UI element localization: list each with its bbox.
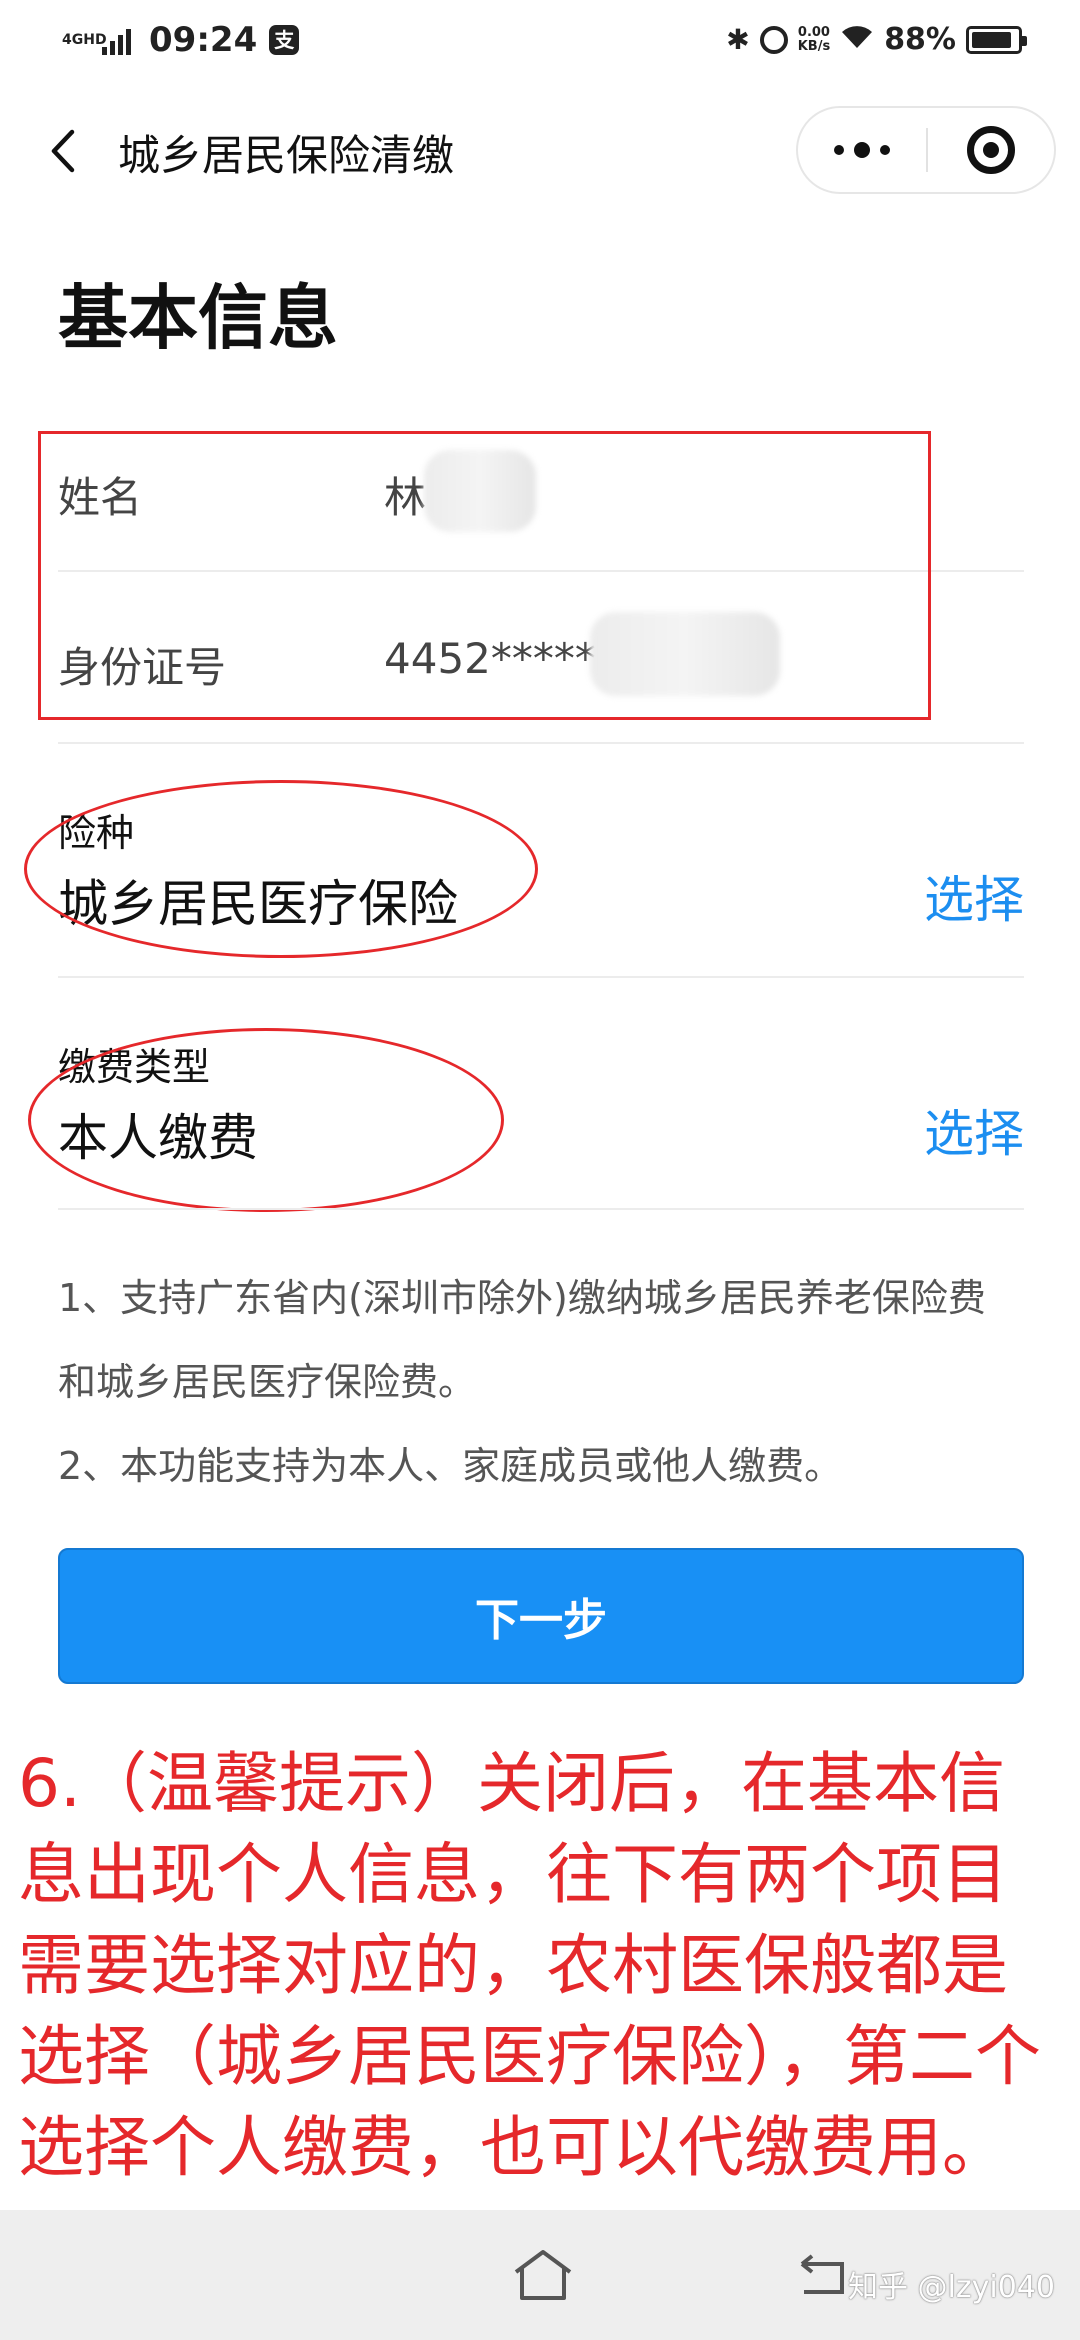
divider	[58, 1208, 1024, 1210]
network-speed: 0.00 KB/s	[797, 24, 831, 54]
page-title: 基本信息	[58, 277, 338, 359]
status-bar: 4GHD 09:24 支 ✱ 0.00 KB/s 88%	[0, 0, 1080, 84]
home-icon[interactable]	[510, 2248, 576, 2304]
network-type: 4GHD	[62, 32, 107, 48]
battery-percent: 88%	[884, 22, 956, 57]
back-icon[interactable]	[44, 126, 84, 176]
close-miniprogram-icon[interactable]	[928, 108, 1054, 192]
more-icon[interactable]	[798, 108, 926, 192]
battery-icon	[966, 25, 1027, 54]
wifi-icon	[840, 22, 874, 57]
speed-unit: KB/s	[797, 38, 831, 54]
notes: 1、支持广东省内(深圳市除外)缴纳城乡居民养老保险费和城乡居民医疗保险费。 2、…	[58, 1256, 1018, 1508]
annotation-ellipse	[28, 1028, 504, 1212]
alarm-icon	[759, 25, 788, 54]
miniprogram-capsule	[796, 106, 1056, 194]
back-gesture-icon[interactable]	[796, 2252, 852, 2302]
insurance-type-select-button[interactable]: 选择	[924, 860, 1024, 932]
status-left: 4GHD 09:24 支	[62, 20, 300, 60]
note-line: 2、本功能支持为本人、家庭成员或他人缴费。	[58, 1444, 843, 1488]
nav-bar: 城乡居民保险清缴	[0, 96, 1080, 206]
status-time: 09:24	[149, 20, 258, 60]
signal-icon	[102, 25, 131, 55]
bluetooth-icon: ✱	[726, 23, 750, 56]
annotation-highlight-box	[38, 431, 931, 720]
status-right: ✱ 0.00 KB/s 88%	[726, 22, 1027, 57]
alipay-icon: 支	[269, 25, 300, 55]
speed-value: 0.00	[797, 24, 830, 40]
next-step-button[interactable]: 下一步	[58, 1548, 1024, 1684]
note-line: 1、支持广东省内(深圳市除外)缴纳城乡居民养老保险费和城乡居民医疗保险费。	[58, 1276, 986, 1404]
payment-type-select-button[interactable]: 选择	[924, 1094, 1024, 1166]
annotation-ellipse	[24, 780, 538, 958]
nav-title: 城乡居民保险清缴	[118, 131, 455, 180]
tutorial-annotation: 6.（温馨提示）关闭后，在基本信息出现个人信息，往下有两个项目需要选择对应的，农…	[18, 1745, 1041, 2186]
battery-fill	[972, 31, 1011, 48]
watermark: 知乎 @lzyi040	[848, 2270, 1055, 2305]
